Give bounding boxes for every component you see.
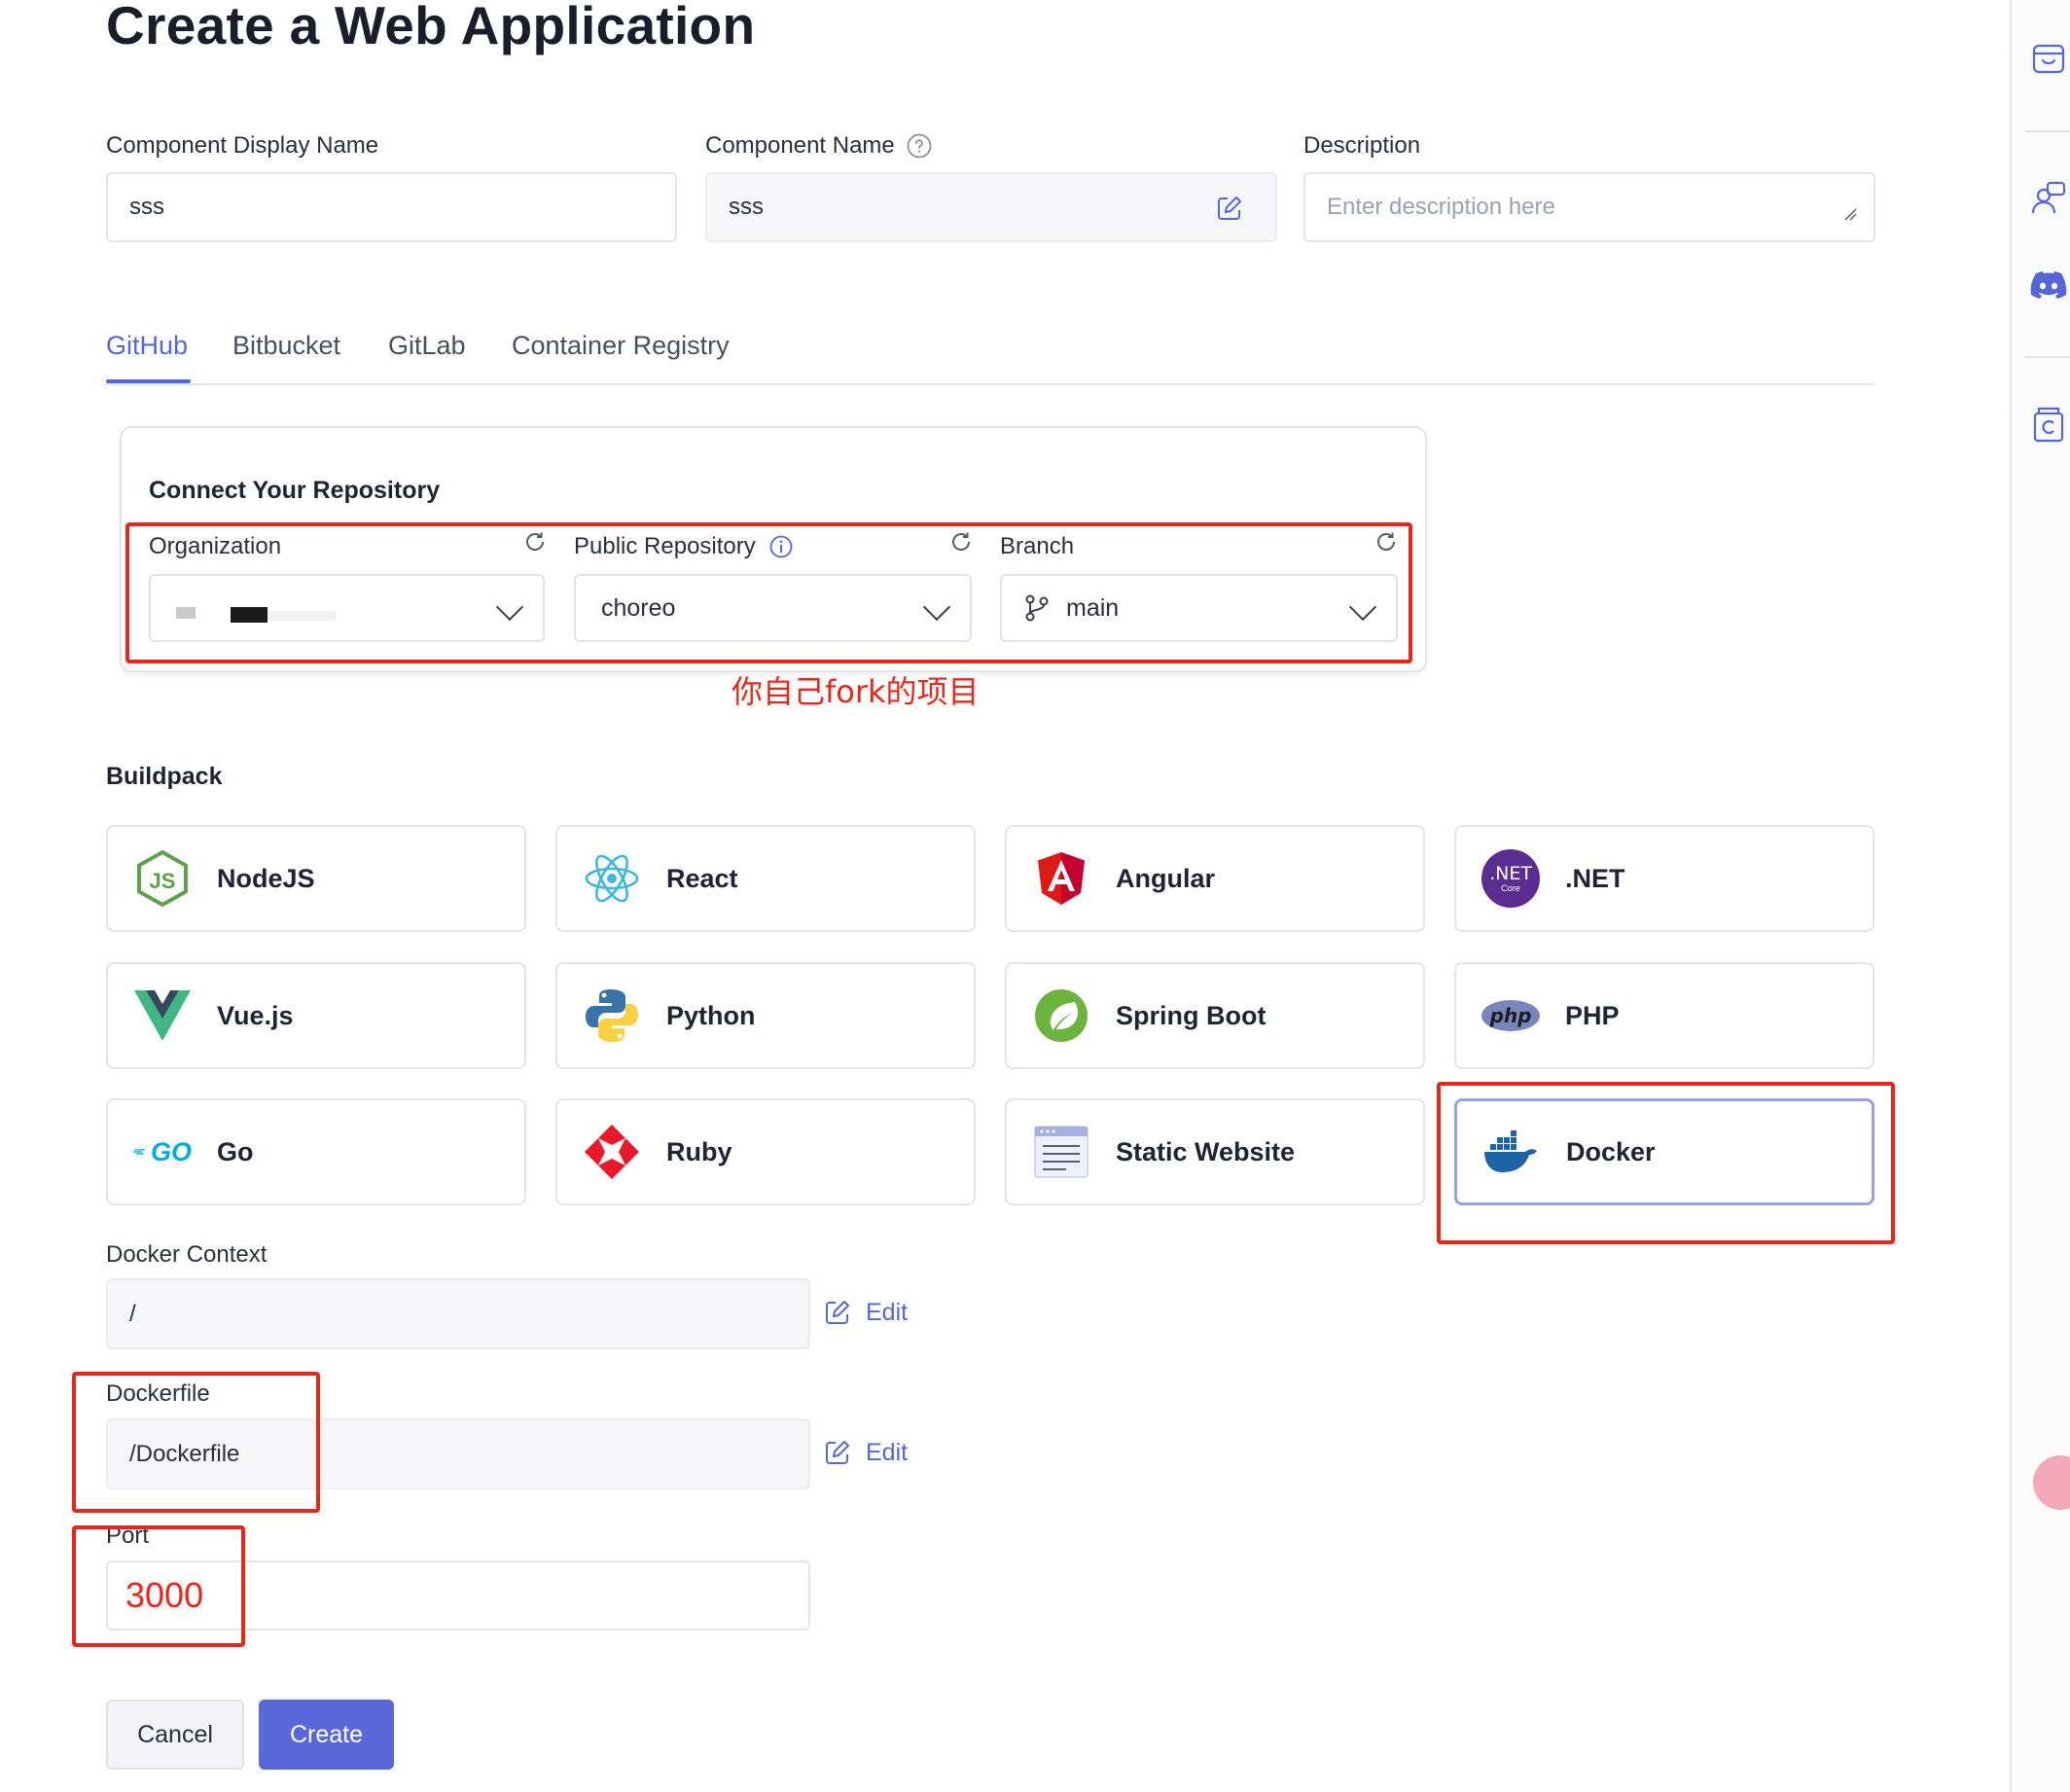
buildpack-dotnet[interactable]: .NET Core .NET <box>1454 825 1874 932</box>
buildpack-ruby[interactable]: Ruby <box>555 1098 976 1205</box>
buildpack-label: Angular <box>1116 863 1216 893</box>
edit-icon <box>823 1298 852 1327</box>
display-name-label: Component Display Name <box>106 132 379 159</box>
docker-context-edit-button[interactable]: Edit <box>823 1298 908 1327</box>
right-sidebar <box>2010 0 2070 1792</box>
buildpack-label: Static Website <box>1116 1136 1296 1166</box>
buildpack-label: NodeJS <box>217 863 315 893</box>
buildpack-label: Vue.js <box>217 1000 294 1030</box>
display-name-value: sss <box>129 194 164 220</box>
source-tabs: GitHub Bitbucket GitLab Container Regist… <box>106 331 1874 385</box>
support-chat-icon[interactable] <box>2029 179 2068 218</box>
description-label: Description <box>1303 132 1421 159</box>
rail-divider <box>2025 130 2070 132</box>
description-placeholder: Enter description here <box>1327 194 1555 220</box>
dockerfile-edit-button[interactable]: Edit <box>823 1438 908 1467</box>
annotation-highlight-box <box>125 522 1412 663</box>
buildpack-static-website[interactable]: Static Website <box>1005 1098 1425 1205</box>
repository-heading: Connect Your Repository <box>149 477 441 504</box>
go-icon: GO <box>133 1123 192 1181</box>
buildpack-go[interactable]: GO Go <box>106 1098 526 1205</box>
create-button[interactable]: Create <box>259 1700 394 1770</box>
buildpack-nodejs[interactable]: JS NodeJS <box>106 825 526 932</box>
buildpack-heading: Buildpack <box>106 763 223 790</box>
choreo-docs-icon[interactable] <box>2029 405 2068 444</box>
python-icon <box>583 986 641 1045</box>
angular-icon <box>1032 849 1090 908</box>
component-name-label-group: Component Name <box>705 132 932 160</box>
tab-gitlab[interactable]: GitLab <box>388 331 466 361</box>
buildpack-angular[interactable]: Angular <box>1005 825 1425 932</box>
spring-icon <box>1032 986 1090 1045</box>
annotation-highlight-box <box>72 1525 245 1647</box>
nodejs-icon: JS <box>133 849 192 908</box>
buildpack-label: Ruby <box>666 1136 732 1166</box>
buildpack-label: Spring Boot <box>1116 1000 1267 1030</box>
buildpack-vue[interactable]: Vue.js <box>106 962 526 1069</box>
vue-icon <box>133 986 192 1045</box>
annotation-text: 你自己fork的项目 <box>732 673 980 710</box>
buildpack-label: Go <box>217 1136 254 1166</box>
php-icon: php <box>1481 1000 1540 1031</box>
edit-icon <box>823 1438 852 1467</box>
buildpack-react[interactable]: React <box>555 825 976 932</box>
buildpack-python[interactable]: Python <box>555 962 976 1069</box>
react-icon <box>583 849 641 908</box>
dotnet-icon: .NET Core <box>1481 849 1540 908</box>
component-name-input[interactable]: sss <box>705 172 1277 242</box>
dotnet-icon-text: .NET <box>1489 862 1532 884</box>
tab-github[interactable]: GitHub <box>106 331 188 361</box>
buildpack-label: Python <box>666 1000 756 1030</box>
rail-divider <box>2025 356 2070 358</box>
component-name-label: Component Name <box>705 132 895 159</box>
buildpack-label: PHP <box>1565 1000 1620 1030</box>
annotation-highlight-box <box>1437 1082 1895 1244</box>
tab-container-registry[interactable]: Container Registry <box>512 331 730 361</box>
edit-icon[interactable] <box>1215 194 1244 230</box>
page-title: Create a Web Application <box>106 0 756 55</box>
discord-icon[interactable] <box>2029 265 2068 304</box>
go-icon-text: GO <box>150 1136 192 1166</box>
floating-assistant-icon[interactable] <box>2033 1455 2070 1510</box>
edit-label: Edit <box>866 1298 909 1326</box>
php-icon-text: php <box>1489 1004 1532 1027</box>
component-name-value: sss <box>729 194 764 220</box>
display-name-input[interactable]: sss <box>106 172 677 242</box>
edit-label: Edit <box>866 1438 909 1466</box>
description-input[interactable]: Enter description here <box>1303 172 1875 242</box>
inbox-icon[interactable] <box>2029 39 2068 78</box>
tab-bitbucket[interactable]: Bitbucket <box>232 331 340 361</box>
buildpack-spring-boot[interactable]: Spring Boot <box>1005 962 1425 1069</box>
ruby-icon <box>583 1123 641 1181</box>
buildpack-php[interactable]: php PHP <box>1454 962 1874 1069</box>
static-website-icon <box>1032 1123 1090 1181</box>
active-tab-indicator <box>106 379 191 383</box>
annotation-highlight-box <box>72 1372 320 1513</box>
buildpack-label: .NET <box>1565 863 1625 893</box>
help-icon[interactable] <box>907 133 932 159</box>
dotnet-icon-subtext: Core <box>1501 882 1520 893</box>
svg-text:JS: JS <box>150 869 176 893</box>
cancel-button[interactable]: Cancel <box>106 1700 244 1770</box>
resize-handle-icon[interactable] <box>1842 201 1858 229</box>
docker-context-input[interactable]: / <box>106 1278 810 1349</box>
docker-context-label: Docker Context <box>106 1241 268 1268</box>
buildpack-label: React <box>666 863 738 893</box>
docker-context-value: / <box>129 1300 136 1327</box>
